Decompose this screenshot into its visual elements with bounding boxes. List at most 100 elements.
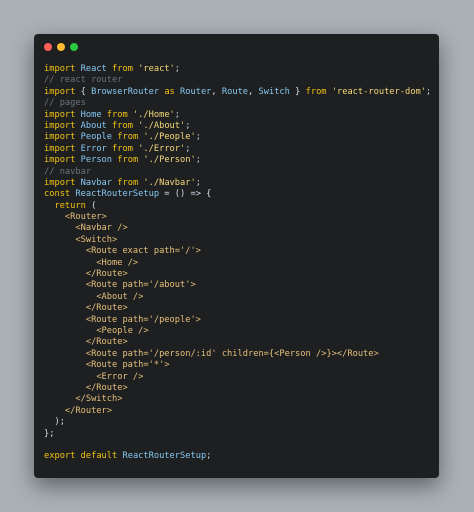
code-token: }; [44, 428, 55, 439]
code-token: </Route> [85, 337, 128, 348]
code-line: </Switch> [44, 394, 433, 405]
code-token: default [80, 451, 118, 462]
code-token: Home [80, 109, 102, 120]
code-token: from [117, 132, 139, 143]
code-line: <Route path='/person/:id' children={<Per… [44, 349, 433, 360]
code-token: <Home /> [96, 257, 139, 268]
code-token: from [106, 109, 128, 120]
code-token: ); [44, 417, 65, 428]
code-token: // navbar [44, 166, 92, 177]
code-line: export default ReactRouterSetup; [44, 451, 433, 462]
code-token: from [117, 155, 139, 166]
code-token: ; [195, 132, 201, 143]
code-token: ; [195, 155, 201, 166]
code-token: import [44, 132, 76, 143]
code-token: </Router> [64, 405, 112, 416]
code-token: BrowserRouter [91, 86, 160, 97]
minimize-dot-icon[interactable] [57, 43, 65, 51]
code-token: ; [206, 451, 212, 462]
code-token: <Router> [64, 212, 107, 223]
code-line: import { BrowserRouter as Router, Route,… [44, 87, 433, 98]
zoom-dot-icon[interactable] [70, 43, 78, 51]
code-token: <People /> [96, 325, 149, 336]
code-line: </Router> [44, 406, 433, 417]
code-token: './Navbar' [143, 177, 196, 188]
code-line: </Route> [44, 383, 433, 394]
code-token: './Person' [143, 155, 196, 166]
code-token: './People' [143, 132, 196, 143]
code-line: }; [44, 429, 433, 440]
code-line: <About /> [44, 292, 433, 303]
code-line: import React from 'react'; [44, 64, 433, 75]
close-dot-icon[interactable] [44, 43, 52, 51]
code-token: Person [80, 155, 113, 166]
code-token: ; [195, 177, 201, 188]
code-token: './Error' [138, 143, 186, 154]
code-token: as [164, 86, 175, 97]
code-token: ( [85, 200, 97, 211]
code-token: <Route path='/people'> [85, 314, 201, 325]
code-line: // navbar [44, 167, 433, 178]
code-token: </Route> [85, 303, 128, 314]
code-token: <Route path='/about'> [85, 280, 196, 291]
code-token: <Route exact path='/'> [85, 246, 201, 257]
code-token: , [211, 86, 222, 97]
code-line: <Route path='/about'> [44, 280, 433, 291]
code-token: // pages [44, 98, 86, 109]
code-token: ReactRouterSetup [122, 451, 207, 462]
code-token: <Switch> [75, 234, 118, 245]
code-token: <Error /> [96, 371, 144, 382]
code-token: <Route path='*'> [85, 360, 170, 371]
code-token: ; [185, 143, 191, 154]
code-token: import [44, 109, 76, 120]
code-token: <Navbar /> [75, 223, 128, 234]
code-token: <Route path='/person/:id' children={<Per… [85, 348, 379, 359]
code-token: = () => { [159, 189, 212, 200]
code-token: , [248, 86, 259, 97]
code-token: from [305, 86, 327, 97]
code-token: const [44, 189, 71, 200]
code-token: Router [180, 86, 212, 97]
code-token: <About /> [96, 291, 144, 302]
code-window: import React from 'react';// react route… [34, 34, 439, 478]
code-token: } [289, 86, 306, 97]
code-token: Route [221, 86, 249, 97]
code-line: const ReactRouterSetup = () => { [44, 189, 433, 200]
code-token: ReactRouterSetup [75, 189, 160, 200]
code-line: <Error /> [44, 372, 433, 383]
code-token: import [44, 64, 76, 74]
code-line: <Route path='/people'> [44, 315, 433, 326]
code-token: return [54, 200, 86, 211]
code-token: from [112, 64, 133, 74]
code-token: Error [80, 143, 107, 154]
code-token: import [44, 155, 76, 166]
window-controls [44, 43, 78, 51]
code-line: <Route path='*'> [44, 360, 433, 371]
code-line: </Route> [44, 337, 433, 348]
code-token: from [112, 143, 133, 154]
code-block: import React from 'react';// react route… [44, 64, 433, 463]
code-line: <Router> [44, 212, 433, 223]
code-token: from [112, 120, 133, 131]
code-line: ); [44, 417, 433, 428]
code-token: export [44, 451, 76, 462]
code-line: <Switch> [44, 235, 433, 246]
code-line: import Error from './Error'; [44, 144, 433, 155]
code-line: import Home from './Home'; [44, 110, 433, 121]
code-line: <People /> [44, 326, 433, 337]
